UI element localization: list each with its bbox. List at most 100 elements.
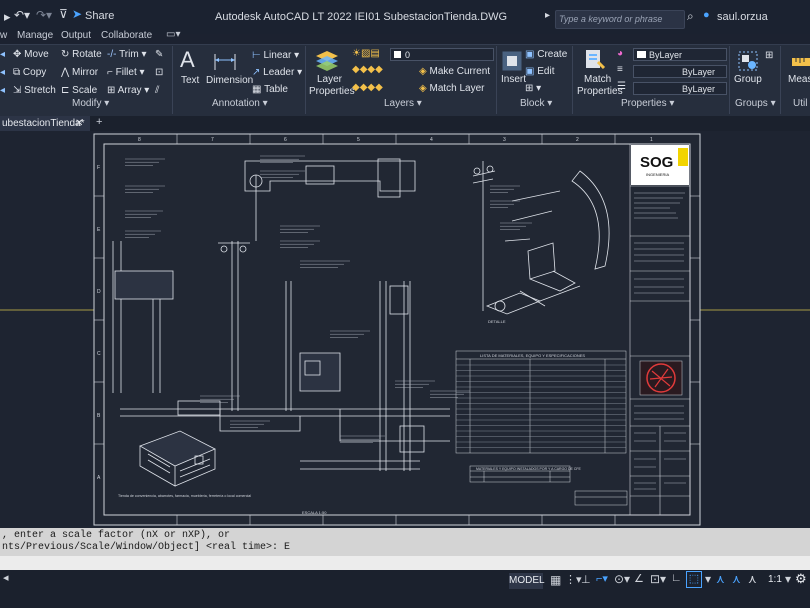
groups-panel-title[interactable]: Groups ▾ (735, 98, 776, 109)
groups-panel-label: Groups (735, 98, 768, 109)
share-icon[interactable]: ➤ (72, 7, 82, 21)
drawing-tabs-scroll-icon[interactable]: ◂ (3, 571, 9, 584)
group-button[interactable]: Group (734, 74, 762, 85)
layer-tools-icon-2[interactable]: ◆◆◆◆ (352, 82, 383, 93)
autoscale-icon[interactable]: ⋏ (732, 572, 741, 586)
settings-gear-icon[interactable]: ⚙ (795, 571, 807, 587)
array-button[interactable]: ⊞ Array ▾ (107, 85, 149, 96)
search-icon[interactable]: ⌕ (687, 9, 694, 24)
match-properties-icon[interactable] (584, 48, 606, 72)
trim-button[interactable]: -/- Trim ▾ (107, 49, 147, 60)
tab-output[interactable]: Output (61, 30, 91, 41)
new-tab-button[interactable]: + (96, 116, 102, 128)
copy-button[interactable]: ⧉ Copy (13, 67, 46, 78)
linear-button[interactable]: ⊢ Linear ▾ (252, 50, 299, 61)
close-icon[interactable]: ✕ (75, 116, 83, 131)
edit-block-button[interactable]: ▣ Edit (525, 66, 554, 77)
building-caption: Tienda de conveniencia, abarrotes, farma… (118, 494, 251, 498)
grid-icon[interactable]: ▦ (550, 573, 561, 587)
user-icon[interactable]: ● (703, 9, 710, 21)
annotation-scale-icon[interactable]: ⋏ (748, 572, 757, 586)
ribbon-toggle-icon[interactable]: ▭▾ (166, 29, 180, 40)
lineweight-icon[interactable]: ≡ (617, 64, 623, 75)
lineweight-dropdown[interactable]: ByLayer (633, 82, 727, 95)
match-properties-label-2[interactable]: Properties (577, 86, 623, 97)
user-name[interactable]: saul.orzua (717, 11, 768, 23)
command-input[interactable] (0, 556, 810, 570)
isodraft-icon[interactable]: ⊙▾ (614, 572, 630, 586)
fillet-button[interactable]: ⌐ Fillet ▾ (107, 67, 145, 78)
block-panel-title[interactable]: Block ▾ (520, 98, 552, 109)
tab-manage[interactable]: Manage (17, 30, 53, 41)
erase-icon[interactable]: ✎ (155, 49, 163, 60)
snap-icon[interactable]: ⋮▾ (565, 573, 582, 586)
selection-cycling-icon[interactable]: ⬚ (686, 571, 702, 588)
search-box[interactable] (555, 10, 685, 29)
lineweight-toggle-icon[interactable]: ∟ (671, 572, 682, 584)
dimension-button[interactable]: Dimension (206, 75, 253, 86)
layer-tools-icon[interactable]: ◆◆◆◆ (352, 64, 383, 75)
leader-button[interactable]: ↗ Leader ▾ (252, 67, 302, 78)
drawing-sheet[interactable]: 8 7 6 5 4 3 2 1 F E D C B A SOG INGENIER… (0, 131, 810, 528)
utilities-panel-title[interactable]: Util (793, 98, 807, 109)
modify-left-icon[interactable]: ◂ (0, 49, 5, 60)
block-attributes-icon[interactable]: ⊞ ▾ (525, 83, 541, 94)
tab-view[interactable]: w (0, 30, 7, 41)
share-button[interactable]: Share (85, 10, 114, 22)
redo-icon[interactable]: ↷▾ (36, 8, 52, 22)
layer-state-icon[interactable]: ☀▨▤ (352, 48, 380, 59)
model-space-button[interactable]: MODEL (509, 573, 545, 589)
rotate-button[interactable]: ↻ Rotate (61, 49, 102, 60)
move-button[interactable]: ✥ Move (13, 49, 49, 60)
linetype-dropdown[interactable]: ByLayer (633, 65, 727, 78)
layer-properties-label-2[interactable]: Properties (309, 86, 355, 97)
layers-panel-title[interactable]: Layers ▾ (384, 98, 422, 109)
modify-left-icon-3[interactable]: ◂ (0, 85, 5, 96)
layer-properties-icon[interactable] (314, 48, 340, 72)
dimension-icon[interactable] (212, 50, 238, 72)
modify-panel-title[interactable]: Modify ▾ (72, 98, 109, 109)
color-dropdown[interactable]: ByLayer (633, 48, 727, 61)
annotation-scale-value[interactable]: 1:1 (768, 574, 782, 585)
tab-collaborate[interactable]: Collaborate (101, 30, 152, 41)
group-tools-icon[interactable]: ⊞ (765, 50, 773, 61)
undo-icon[interactable]: ↶▾ (14, 8, 30, 22)
quick-access-overflow-icon[interactable]: ▸ (4, 9, 11, 25)
scale-button[interactable]: ⊏ Scale (61, 85, 97, 96)
layer-dropdown[interactable]: 0 (390, 48, 494, 61)
text-icon[interactable]: A (180, 47, 195, 73)
annotation-panel-title[interactable]: Annotation ▾ (212, 98, 268, 109)
object-snap-tracking-icon[interactable]: ∠ (634, 572, 644, 585)
layer-properties-label-1[interactable]: Layer (317, 74, 342, 85)
modify-left-icon-2[interactable]: ◂ (0, 67, 5, 78)
explode-icon[interactable]: ⊡ (155, 67, 163, 78)
object-snap-icon[interactable]: ⊡▾ (650, 572, 666, 586)
group-icon[interactable] (737, 50, 759, 72)
annotation-visibility-icon[interactable]: ⋏ (716, 572, 725, 586)
measure-icon[interactable] (790, 50, 810, 72)
color-wheel-icon[interactable]: ◕ (617, 48, 623, 59)
insert-icon[interactable] (501, 50, 523, 72)
company-logo: SOG (640, 154, 673, 171)
table-button[interactable]: ▦ Table (252, 84, 288, 95)
insert-button[interactable]: Insert (501, 74, 526, 85)
quick-access-menu-icon[interactable]: ⊽ (59, 7, 68, 21)
text-button[interactable]: Text (181, 75, 199, 86)
chevron-right-icon[interactable]: ▸ (545, 10, 550, 21)
selection-filter-icon[interactable]: ▾ (705, 572, 711, 586)
mirror-button[interactable]: ⋀ Mirror (61, 67, 98, 78)
match-properties-label-1[interactable]: Match (584, 74, 611, 85)
search-input[interactable] (556, 11, 683, 26)
make-current-button[interactable]: ◈ Make Current (419, 66, 490, 77)
create-block-button[interactable]: ▣ Create (525, 49, 567, 60)
scale-dropdown-icon[interactable]: ▾ (785, 572, 791, 586)
match-layer-button[interactable]: ◈ Match Layer (419, 83, 485, 94)
file-tab-active[interactable]: ubestacionTienda* ✕ (0, 116, 90, 131)
polar-tracking-icon[interactable]: ⌐▾ (596, 572, 608, 585)
stretch-button[interactable]: ⇲ Stretch (13, 85, 56, 96)
linetype-icon[interactable]: ☰ (617, 81, 626, 92)
ortho-icon[interactable]: ⊥ (581, 573, 591, 586)
measure-button[interactable]: Measu (788, 74, 810, 85)
properties-panel-title[interactable]: Properties ▾ (621, 98, 674, 109)
offset-icon[interactable]: ⫽ (155, 85, 159, 96)
